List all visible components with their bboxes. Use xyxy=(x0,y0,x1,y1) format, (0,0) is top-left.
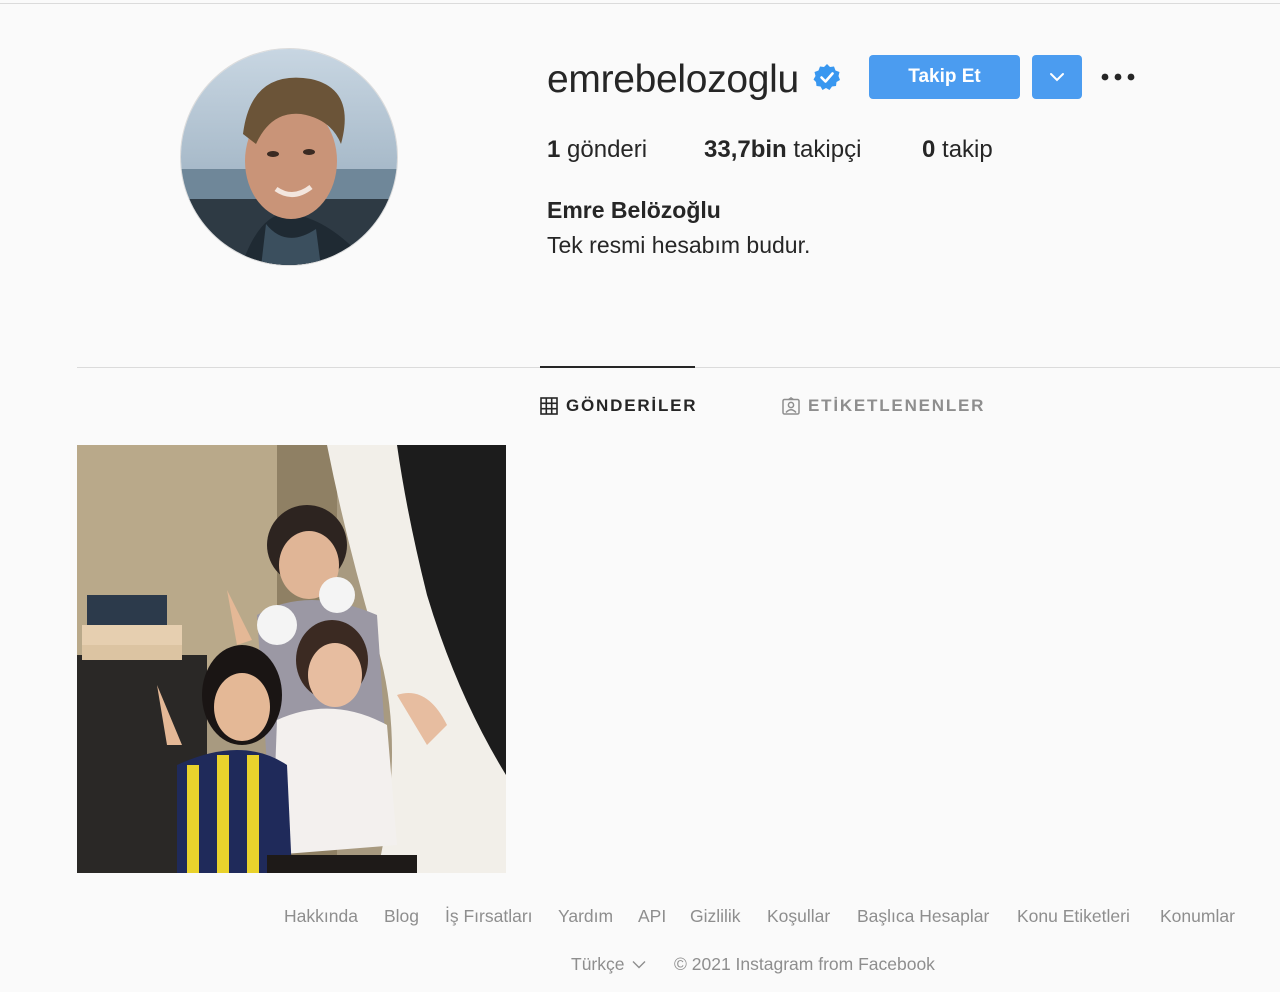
tab-tagged-label: ETİKETLENENLER xyxy=(808,396,986,415)
tab-posts-label: GÖNDERİLER xyxy=(566,396,698,415)
followers-count[interactable]: 33,7bin takipçi xyxy=(704,134,861,166)
language-label: Türkçe xyxy=(571,954,625,974)
footer-link-locations[interactable]: Konumlar xyxy=(1160,904,1235,928)
more-options-button[interactable] xyxy=(1100,64,1136,90)
footer-link-top-accounts[interactable]: Başlıca Hesaplar xyxy=(857,904,989,928)
footer-link-about[interactable]: Hakkında xyxy=(284,904,358,928)
following-count-value: 0 xyxy=(922,136,936,163)
profile-username: emrebelozoglu xyxy=(547,58,799,101)
copyright-text: © 2021 Instagram from Facebook xyxy=(674,954,935,974)
suggested-accounts-button[interactable] xyxy=(1032,55,1082,99)
more-options-icon xyxy=(1101,73,1135,81)
tab-posts[interactable]: GÖNDERİLER xyxy=(540,394,697,418)
following-count[interactable]: 0 takip xyxy=(922,134,993,166)
footer-link-blog[interactable]: Blog xyxy=(384,904,419,928)
footer-links: Hakkında Blog İş Fırsatları Yardım API G… xyxy=(0,904,1280,928)
footer-link-privacy[interactable]: Gizlilik xyxy=(690,904,741,928)
profile-bio: Tek resmi hesabım budur. xyxy=(547,232,811,258)
tagged-icon xyxy=(782,397,800,415)
footer-link-help[interactable]: Yardım xyxy=(558,904,613,928)
footer-link-jobs[interactable]: İş Fırsatları xyxy=(445,904,533,928)
top-border xyxy=(0,3,1280,4)
profile-avatar[interactable] xyxy=(180,48,398,266)
followers-count-label: takipçi xyxy=(793,136,862,163)
footer-link-hashtags[interactable]: Konu Etiketleri xyxy=(1017,904,1130,928)
grid-icon xyxy=(540,397,558,415)
post-thumbnail[interactable] xyxy=(77,445,506,873)
chevron-down-icon xyxy=(1050,73,1064,82)
footer-link-api[interactable]: API xyxy=(638,904,666,928)
chevron-down-icon xyxy=(632,960,646,969)
posts-count-label: gönderi xyxy=(567,136,648,163)
footer-link-terms[interactable]: Koşullar xyxy=(767,904,830,928)
active-tab-indicator xyxy=(540,366,695,368)
profile-full-name: Emre Belözoğlu xyxy=(547,197,721,223)
following-count-label: takip xyxy=(942,136,993,163)
follow-button[interactable]: Takip Et xyxy=(869,55,1020,99)
verified-badge-icon xyxy=(813,63,841,91)
tab-tagged[interactable]: ETİKETLENENLER xyxy=(782,394,985,418)
language-selector[interactable]: Türkçe xyxy=(571,952,646,976)
posts-count: 1 gönderi xyxy=(547,134,647,166)
posts-count-value: 1 xyxy=(547,136,561,163)
followers-count-value: 33,7bin xyxy=(704,136,787,163)
